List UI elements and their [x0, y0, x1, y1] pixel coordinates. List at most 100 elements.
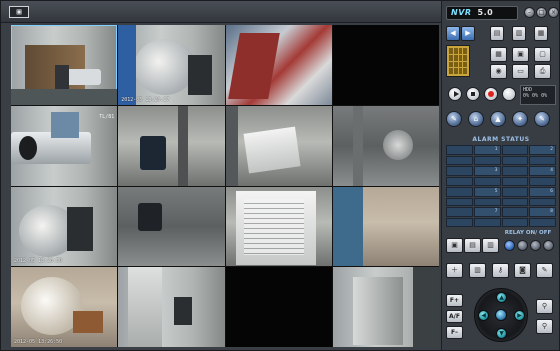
relay-toggle-2[interactable] [517, 240, 528, 251]
alarm-cell [446, 186, 473, 197]
settings-icon[interactable]: ✦ [512, 111, 528, 127]
alarm-cell [473, 176, 501, 186]
camera-timestamp: 2012-05 13:26:50 [14, 339, 63, 345]
camera-tile-15[interactable] [225, 267, 332, 347]
alarm-number: 8 [529, 207, 556, 218]
ptz-center-icon[interactable] [495, 309, 507, 321]
ptz-up-icon[interactable]: ▲ [496, 292, 507, 303]
camera-tile-5[interactable]: TL/81 [11, 105, 118, 186]
alarm-status-title: ALARM STATUS [472, 136, 530, 143]
camera-tile-4[interactable] [332, 25, 439, 105]
next-page-button[interactable]: ▶ [461, 26, 475, 41]
alarm-number: 2 [529, 145, 556, 155]
ptz-right-icon[interactable]: ▶ [514, 310, 525, 321]
focus-plus-button[interactable]: F+ [446, 294, 463, 307]
camera-icon[interactable]: ◙ [514, 263, 531, 278]
nvr-client-window: ▣ 2012-05 13:26:27 TL/81 2012-05 13:26:5… [0, 0, 560, 351]
home-icon[interactable]: ⌂ [468, 111, 484, 127]
ptz-joystick[interactable]: ▲ ▼ ◀ ▶ [474, 288, 528, 342]
maximize-button[interactable]: □ [536, 7, 547, 18]
monitor-icon[interactable]: ▭ [512, 64, 529, 79]
snapshot-button[interactable] [502, 87, 516, 101]
product-version: 5.0 [477, 8, 494, 17]
alarm-cell [446, 145, 473, 155]
hdd-value-1: 0% [523, 93, 530, 99]
product-logo: NVR 5.0 [446, 6, 518, 20]
alarm-cell [446, 176, 473, 186]
alarm-cell [473, 218, 501, 227]
camera-tile-7[interactable] [225, 105, 332, 186]
zoom-out-ptz-icon[interactable]: ⚲ [536, 319, 553, 334]
zoom-in-ptz-icon[interactable]: ⚲ [536, 299, 553, 314]
ptz-preset-icon[interactable]: ✎ [446, 111, 462, 127]
product-name: NVR [451, 8, 472, 17]
camera-tile-6[interactable] [118, 105, 225, 186]
zoom-in-icon[interactable]: ＋ [446, 263, 463, 278]
alarm-cell [501, 197, 529, 207]
camera-tile-10[interactable] [118, 186, 225, 267]
alarm-cell [501, 186, 529, 197]
alarm-cell [446, 197, 473, 207]
search-button[interactable]: ▢ [534, 47, 551, 62]
camera-tile-16[interactable] [332, 267, 439, 347]
disk-icon[interactable]: ▤ [490, 26, 504, 41]
camera-tile-9[interactable]: 2012-05 13:26:50 [11, 186, 118, 267]
relay-view-button[interactable]: ▥ [482, 238, 499, 253]
backup-icon[interactable]: ▥ [512, 26, 526, 41]
play-button[interactable] [448, 87, 462, 101]
alarm-number: 7 [473, 207, 501, 218]
relay-toggle-1[interactable] [504, 240, 515, 251]
minimize-button[interactable]: – [524, 7, 535, 18]
alarm-cell [446, 207, 473, 218]
alarm-cell [501, 176, 529, 186]
auto-focus-button[interactable]: A/F [446, 310, 463, 323]
hdd-status: HDD 0% 0% 0% [520, 85, 556, 105]
camera-tile-3[interactable] [225, 25, 332, 105]
relay-toggle-4[interactable] [543, 240, 554, 251]
file-icon[interactable]: ▥ [469, 263, 486, 278]
focus-minus-button[interactable]: F– [446, 326, 463, 339]
stop-button[interactable] [466, 87, 480, 101]
camera-tile-13[interactable]: 2012-05 13:26:50 [11, 267, 118, 347]
key-icon[interactable]: ⚷ [492, 263, 509, 278]
split-view-button[interactable]: ▦ [490, 47, 507, 62]
camera-tile-12[interactable] [332, 186, 439, 267]
alarm-cell [473, 197, 501, 207]
alarm-cell [501, 218, 529, 227]
tools-icon[interactable]: ✎ [534, 111, 550, 127]
relay-list-button[interactable]: ▤ [464, 238, 481, 253]
alarm-number: 6 [529, 186, 556, 197]
top-bar: ▣ [1, 1, 441, 23]
hdd-value-2: 0% [532, 93, 539, 99]
camera-timestamp: 2012-05 13:26:27 [121, 96, 170, 103]
alarm-cell [446, 156, 473, 165]
alarm-status-grid: 1 2 3 4 5 6 7 8 [446, 145, 556, 227]
camera-tile-14[interactable] [118, 267, 225, 347]
storage-icon[interactable]: ▦ [534, 26, 548, 41]
layout-select-icon[interactable] [446, 45, 470, 77]
alarm-number: 1 [473, 145, 501, 155]
camera-tile-11[interactable] [225, 186, 332, 267]
print-icon[interactable]: ⎙ [534, 64, 551, 79]
playback-button[interactable]: ▣ [512, 47, 529, 62]
record-button[interactable] [484, 87, 498, 101]
alarm-icon[interactable]: ▲ [490, 111, 506, 127]
camera-timestamp: 2012-05 13:26:50 [14, 258, 63, 265]
close-button[interactable]: × [548, 7, 559, 18]
camera-tile-2[interactable]: 2012-05 13:26:27 [118, 25, 225, 105]
ptz-left-icon[interactable]: ◀ [478, 310, 489, 321]
alarm-cell [473, 156, 501, 165]
camera-label: TL/81 [99, 113, 115, 120]
edit-icon[interactable]: ✎ [536, 263, 553, 278]
app-logo-icon: ▣ [9, 6, 29, 18]
alarm-number: 5 [473, 186, 501, 197]
camera-tile-1[interactable] [11, 25, 118, 105]
camera-tile-8[interactable] [332, 105, 439, 186]
hdd-value-3: 0% [541, 93, 548, 99]
alarm-cell [529, 176, 556, 186]
relay-config-button[interactable]: ▣ [446, 238, 463, 253]
prev-page-button[interactable]: ◀ [446, 26, 460, 41]
schedule-icon[interactable]: ◉ [490, 64, 507, 79]
ptz-down-icon[interactable]: ▼ [496, 328, 507, 339]
relay-toggle-3[interactable] [530, 240, 541, 251]
